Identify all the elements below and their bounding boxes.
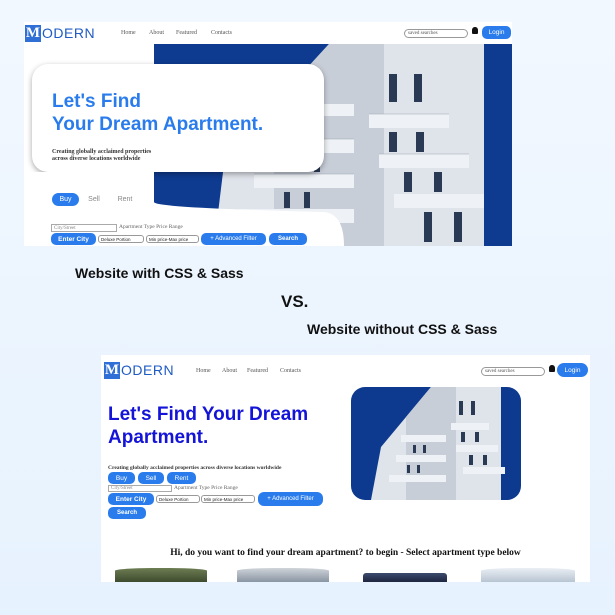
hero-subtitle: Creating globally acclaimed properties a… — [52, 149, 172, 163]
logo-icon[interactable]: M — [25, 25, 41, 42]
hero-title-line2: Your Dream Apartment. — [52, 114, 264, 135]
search-button[interactable]: Search — [269, 233, 307, 245]
login-button[interactable]: Login — [557, 363, 588, 377]
filter-labels: Apartment Type Price Range — [119, 224, 183, 230]
apartment-building-svg — [371, 387, 505, 500]
apartment-building-image — [351, 387, 521, 500]
caption-vs: VS. — [281, 292, 309, 311]
bell-icon[interactable] — [549, 365, 555, 372]
caption-with-css: Website with CSS & Sass — [75, 265, 244, 281]
apartment-type-select[interactable]: Deluxe Portion — [98, 235, 144, 243]
logo-text[interactable]: ODERN — [42, 25, 95, 42]
enter-city-button[interactable]: Enter City — [108, 493, 154, 505]
price-range-select[interactable]: Min price-Max price — [146, 235, 199, 243]
caption-without-css: Website without CSS & Sass — [307, 321, 498, 337]
saved-searches-input[interactable]: saved searches — [404, 29, 468, 38]
nav-home[interactable]: Home — [121, 30, 136, 36]
login-button[interactable]: Login — [482, 26, 511, 39]
apartment-type-thumbnail[interactable] — [363, 573, 447, 582]
styled-website-screenshot: M ODERN Home About Featured Contacts sav… — [24, 22, 512, 246]
tab-sell[interactable]: Sell — [84, 193, 104, 206]
advanced-filter-button[interactable]: + Advanced Filter — [201, 233, 266, 245]
apartment-type-thumbnail[interactable] — [115, 568, 207, 582]
tab-rent[interactable]: Rent — [114, 193, 136, 206]
nav-about[interactable]: About — [222, 368, 237, 374]
nav-contacts[interactable]: Contacts — [280, 368, 301, 374]
advanced-filter-button[interactable]: + Advanced Filter — [258, 492, 323, 506]
hero-title: Let's Find Your Dream Apartment. — [108, 404, 309, 448]
city-street-input[interactable]: City/Street — [51, 224, 117, 232]
hero-title: Let's Find Your Dream Apartment. — [52, 90, 263, 136]
nav-home[interactable]: Home — [196, 368, 211, 374]
tab-buy[interactable]: Buy — [52, 193, 79, 206]
apartment-type-thumbnail[interactable] — [481, 568, 575, 582]
unstyled-website-screenshot: M ODERN Home About Featured Contacts sav… — [101, 355, 590, 582]
logo-text[interactable]: ODERN — [121, 362, 174, 379]
tab-rent[interactable]: Rent — [167, 472, 196, 484]
enter-city-button[interactable]: Enter City — [51, 233, 96, 245]
nav-featured[interactable]: Featured — [247, 368, 268, 374]
nav-about[interactable]: About — [149, 30, 164, 36]
tab-buy[interactable]: Buy — [108, 472, 135, 484]
apartment-type-heading: Hi, do you want to find your dream apart… — [170, 548, 521, 558]
city-street-input[interactable]: City/Street — [108, 485, 172, 492]
hero-subtitle: Creating globally acclaimed properties a… — [108, 465, 282, 471]
logo-icon[interactable]: M — [104, 362, 120, 379]
hero-subtitle-line1: Creating globally acclaimed properties — [52, 149, 152, 155]
bell-icon[interactable] — [472, 27, 478, 34]
saved-searches-input[interactable]: saved searches — [481, 367, 545, 376]
hero-title-line1: Let's Find — [52, 91, 141, 112]
apartment-type-select[interactable]: Deluxe Portion — [156, 495, 200, 503]
nav-contacts[interactable]: Contacts — [211, 30, 232, 36]
nav-featured[interactable]: Featured — [176, 30, 197, 36]
search-button[interactable]: Search — [108, 507, 146, 519]
apartment-type-thumbnail[interactable] — [237, 568, 329, 582]
price-range-select[interactable]: Min price-Max price — [201, 495, 255, 503]
hero-subtitle-line2: across diverse locations worldwide — [52, 156, 141, 162]
filter-labels: Apartment Type Price Range — [174, 485, 238, 491]
tab-sell[interactable]: Sell — [138, 472, 164, 484]
